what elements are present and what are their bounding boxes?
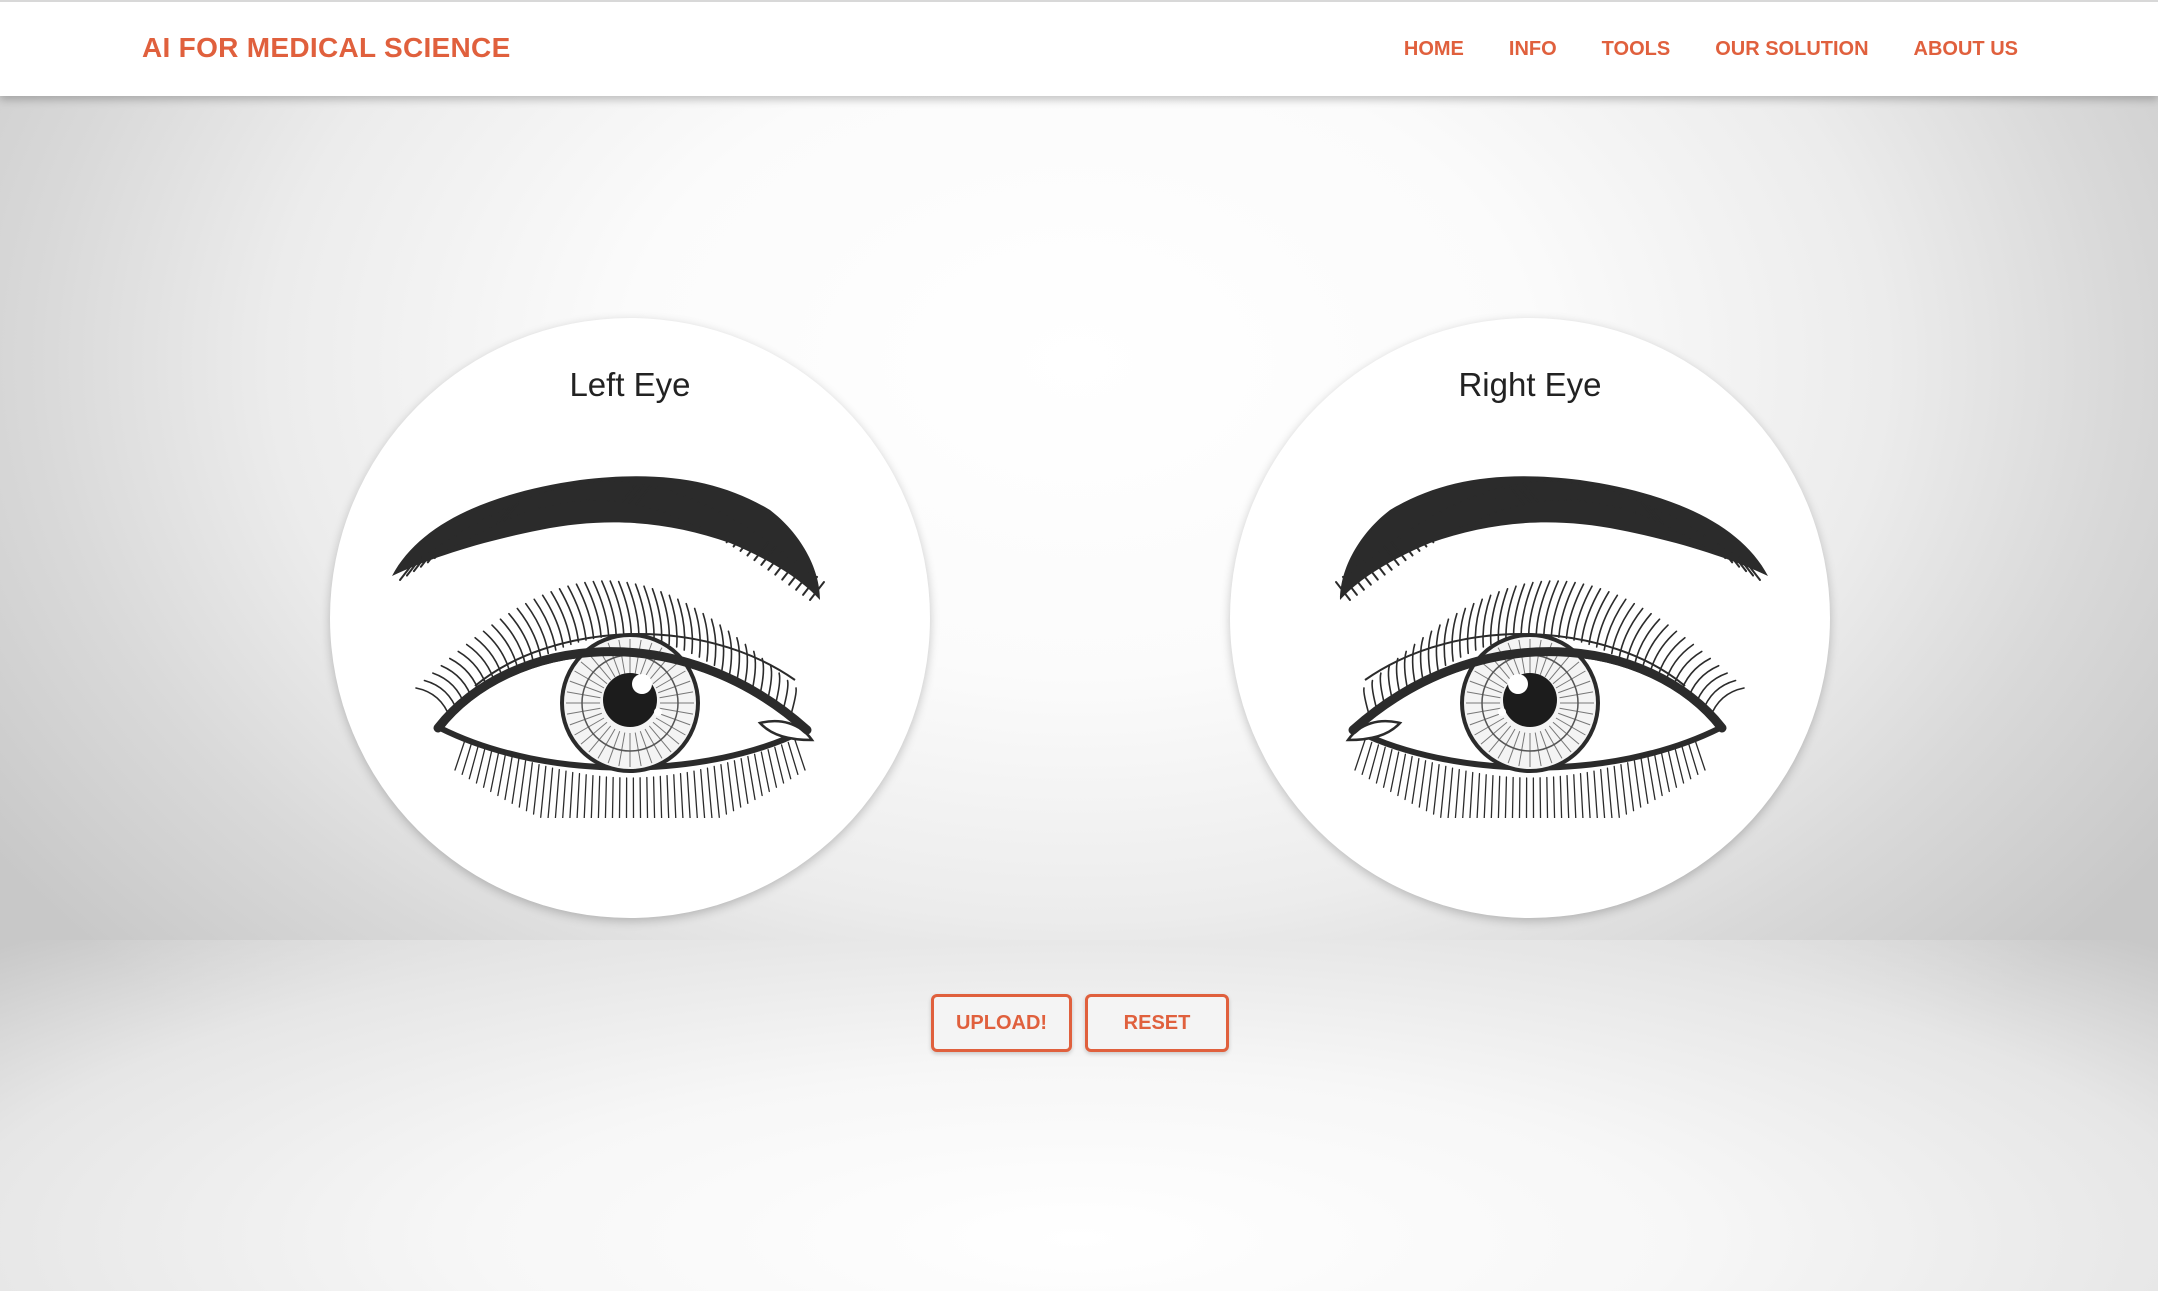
reset-button[interactable]: RESET xyxy=(1085,994,1229,1052)
left-eye-illustration xyxy=(392,476,825,818)
nav-our-solution[interactable]: OUR SOLUTION xyxy=(1715,38,1868,61)
upload-button[interactable]: UPLOAD! xyxy=(931,994,1072,1052)
action-buttons: UPLOAD! RESET xyxy=(931,994,1229,1052)
right-eye-dropzone[interactable]: Right Eye xyxy=(1230,318,1830,918)
left-eye-dropzone[interactable]: Left Eye xyxy=(330,318,930,918)
nav-home[interactable]: HOME xyxy=(1404,38,1464,61)
nav-about-us[interactable]: ABOUT US xyxy=(1914,38,2018,61)
brand-logo[interactable]: AI FOR MEDICAL SCIENCE xyxy=(142,32,511,64)
right-eye-title: Right Eye xyxy=(1458,366,1602,403)
nav-tools[interactable]: TOOLS xyxy=(1602,38,1671,61)
right-eye-illustration xyxy=(1335,476,1768,818)
nav-menu: HOME INFO TOOLS OUR SOLUTION ABOUT US xyxy=(1404,38,2018,61)
left-eye-title: Left Eye xyxy=(569,366,691,403)
nav-info[interactable]: INFO xyxy=(1509,38,1557,61)
top-navbar: AI FOR MEDICAL SCIENCE HOME INFO TOOLS O… xyxy=(0,0,2158,96)
background-floor xyxy=(0,940,2158,1291)
